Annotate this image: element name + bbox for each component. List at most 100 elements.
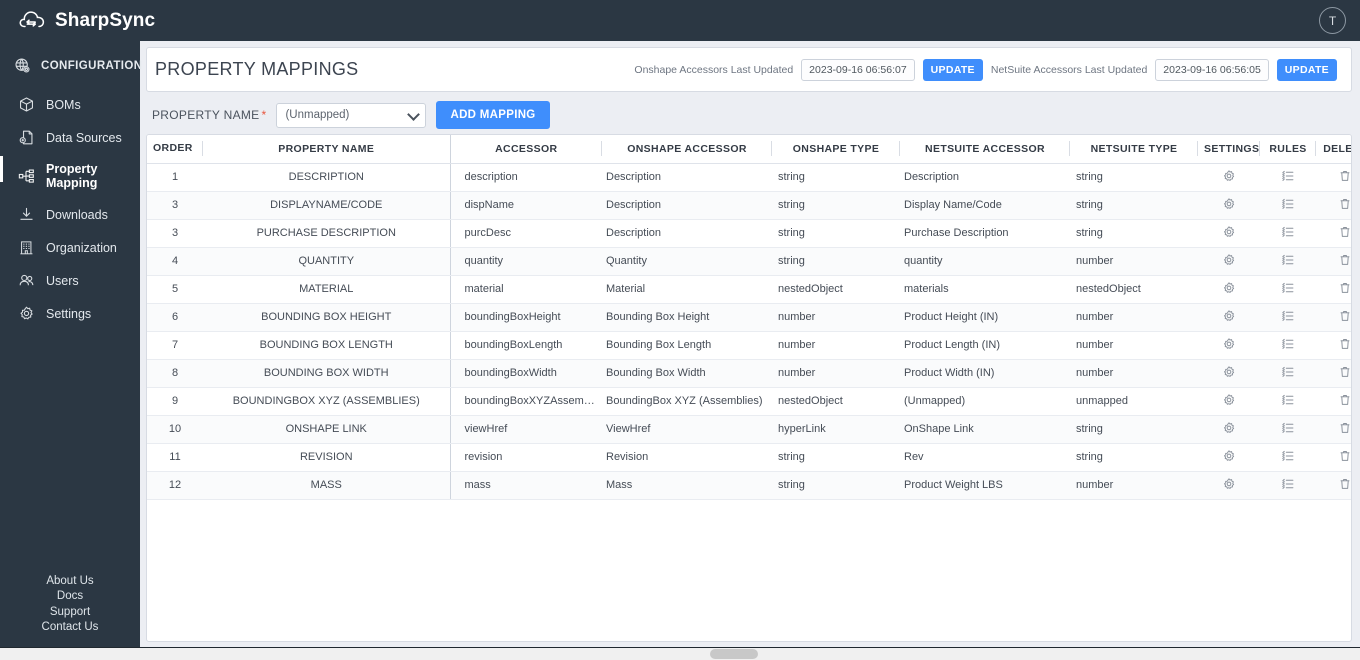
gear-icon[interactable] bbox=[1222, 421, 1236, 435]
trash-icon[interactable] bbox=[1338, 393, 1351, 407]
column-header-onshape-type[interactable]: ONSHAPE TYPE bbox=[772, 135, 900, 164]
settings-button[interactable] bbox=[1198, 275, 1260, 304]
table-row[interactable]: 8 BOUNDING BOX WIDTH boundingBoxWidth Bound… bbox=[147, 359, 1351, 388]
rules-button[interactable] bbox=[1260, 219, 1316, 248]
delete-button[interactable] bbox=[1316, 359, 1351, 388]
delete-button[interactable] bbox=[1316, 387, 1351, 416]
horizontal-scrollbar[interactable] bbox=[0, 648, 1360, 660]
gear-icon[interactable] bbox=[1222, 309, 1236, 323]
gear-icon[interactable] bbox=[1222, 225, 1236, 239]
table-row[interactable]: 4 QUANTITY quantity Quantity string quantity n… bbox=[147, 247, 1351, 276]
gear-icon[interactable] bbox=[1222, 337, 1236, 351]
table-row[interactable]: 3 DISPLAYNAME/CODE dispName Description stri… bbox=[147, 191, 1351, 220]
trash-icon[interactable] bbox=[1338, 225, 1351, 239]
list-rules-icon[interactable] bbox=[1281, 337, 1295, 351]
footer-link-docs[interactable]: Docs bbox=[0, 589, 140, 605]
settings-button[interactable] bbox=[1198, 163, 1260, 192]
gear-icon[interactable] bbox=[1222, 281, 1236, 295]
settings-button[interactable] bbox=[1198, 471, 1260, 500]
avatar[interactable]: T bbox=[1319, 7, 1346, 34]
trash-icon[interactable] bbox=[1338, 281, 1351, 295]
settings-button[interactable] bbox=[1198, 191, 1260, 220]
rules-button[interactable] bbox=[1260, 191, 1316, 220]
rules-button[interactable] bbox=[1260, 443, 1316, 472]
footer-link-support[interactable]: Support bbox=[0, 605, 140, 621]
brand[interactable]: SharpSync bbox=[0, 9, 155, 33]
column-header-netsuite-type[interactable]: NETSUITE TYPE bbox=[1070, 135, 1198, 164]
trash-icon[interactable] bbox=[1338, 169, 1351, 183]
delete-button[interactable] bbox=[1316, 303, 1351, 332]
gear-icon[interactable] bbox=[1222, 169, 1236, 183]
sidebar-item-boms[interactable]: BOMs bbox=[0, 88, 140, 121]
list-rules-icon[interactable] bbox=[1281, 197, 1295, 211]
footer-link-about-us[interactable]: About Us bbox=[0, 574, 140, 590]
gear-icon[interactable] bbox=[1222, 449, 1236, 463]
delete-button[interactable] bbox=[1316, 247, 1351, 276]
property-name-select[interactable]: (Unmapped) bbox=[276, 102, 427, 128]
rules-button[interactable] bbox=[1260, 163, 1316, 192]
trash-icon[interactable] bbox=[1338, 365, 1351, 379]
rules-button[interactable] bbox=[1260, 331, 1316, 360]
sidebar-item-settings[interactable]: Settings bbox=[0, 297, 140, 330]
delete-button[interactable] bbox=[1316, 191, 1351, 220]
rules-button[interactable] bbox=[1260, 471, 1316, 500]
trash-icon[interactable] bbox=[1338, 421, 1351, 435]
rules-button[interactable] bbox=[1260, 387, 1316, 416]
table-row[interactable]: 7 BOUNDING BOX LENGTH boundingBoxLength Bou… bbox=[147, 331, 1351, 360]
list-rules-icon[interactable] bbox=[1281, 169, 1295, 183]
table-row[interactable]: 10 ONSHAPE LINK viewHref ViewHref hyperLink O… bbox=[147, 415, 1351, 444]
delete-button[interactable] bbox=[1316, 163, 1351, 192]
table-row[interactable]: 11 REVISION revision Revision string Rev strin… bbox=[147, 443, 1351, 472]
trash-icon[interactable] bbox=[1338, 197, 1351, 211]
settings-button[interactable] bbox=[1198, 415, 1260, 444]
sidebar-item-data-sources[interactable]: Data Sources bbox=[0, 121, 140, 154]
sidebar-item-users[interactable]: Users bbox=[0, 264, 140, 297]
table-row[interactable]: 5 MATERIAL material Material nestedObject mat… bbox=[147, 275, 1351, 304]
settings-button[interactable] bbox=[1198, 219, 1260, 248]
delete-button[interactable] bbox=[1316, 331, 1351, 360]
gear-icon[interactable] bbox=[1222, 477, 1236, 491]
column-header-order[interactable]: ORDER bbox=[147, 135, 209, 164]
column-header-onshape-accessor[interactable]: ONSHAPE ACCESSOR bbox=[602, 135, 772, 164]
gear-icon[interactable] bbox=[1222, 365, 1236, 379]
rules-button[interactable] bbox=[1260, 247, 1316, 276]
sidebar-item-organization[interactable]: Organization bbox=[0, 231, 140, 264]
delete-button[interactable] bbox=[1316, 443, 1351, 472]
list-rules-icon[interactable] bbox=[1281, 253, 1295, 267]
netsuite-update-button[interactable]: UPDATE bbox=[1276, 58, 1337, 81]
gear-icon[interactable] bbox=[1222, 197, 1236, 211]
list-rules-icon[interactable] bbox=[1281, 309, 1295, 323]
settings-button[interactable] bbox=[1198, 387, 1260, 416]
trash-icon[interactable] bbox=[1338, 337, 1351, 351]
list-rules-icon[interactable] bbox=[1281, 449, 1295, 463]
trash-icon[interactable] bbox=[1338, 253, 1351, 267]
footer-link-contact-us[interactable]: Contact Us bbox=[0, 620, 140, 636]
list-rules-icon[interactable] bbox=[1281, 477, 1295, 491]
list-rules-icon[interactable] bbox=[1281, 225, 1295, 239]
rules-button[interactable] bbox=[1260, 359, 1316, 388]
list-rules-icon[interactable] bbox=[1281, 421, 1295, 435]
sidebar-item-property-mapping[interactable]: Property Mapping bbox=[0, 154, 140, 198]
table-row[interactable]: 12 MASS mass Mass string Product Weight LBS nu… bbox=[147, 471, 1351, 500]
gear-icon[interactable] bbox=[1222, 393, 1236, 407]
trash-icon[interactable] bbox=[1338, 449, 1351, 463]
add-mapping-button[interactable]: ADD MAPPING bbox=[436, 101, 550, 129]
rules-button[interactable] bbox=[1260, 415, 1316, 444]
column-header-accessor[interactable]: ACCESSOR bbox=[450, 135, 602, 164]
list-rules-icon[interactable] bbox=[1281, 393, 1295, 407]
list-rules-icon[interactable] bbox=[1281, 281, 1295, 295]
scrollbar-thumb[interactable] bbox=[710, 649, 758, 659]
rules-button[interactable] bbox=[1260, 275, 1316, 304]
column-header-netsuite-accessor[interactable]: NETSUITE ACCESSOR bbox=[900, 135, 1070, 164]
trash-icon[interactable] bbox=[1338, 309, 1351, 323]
trash-icon[interactable] bbox=[1338, 477, 1351, 491]
onshape-update-button[interactable]: UPDATE bbox=[922, 58, 983, 81]
list-rules-icon[interactable] bbox=[1281, 365, 1295, 379]
sidebar-section-configuration[interactable]: CONFIGURATION bbox=[0, 41, 142, 88]
rules-button[interactable] bbox=[1260, 303, 1316, 332]
delete-button[interactable] bbox=[1316, 415, 1351, 444]
delete-button[interactable] bbox=[1316, 219, 1351, 248]
settings-button[interactable] bbox=[1198, 331, 1260, 360]
delete-button[interactable] bbox=[1316, 471, 1351, 500]
table-row[interactable]: 6 BOUNDING BOX HEIGHT boundingBoxHeight Bou… bbox=[147, 303, 1351, 332]
